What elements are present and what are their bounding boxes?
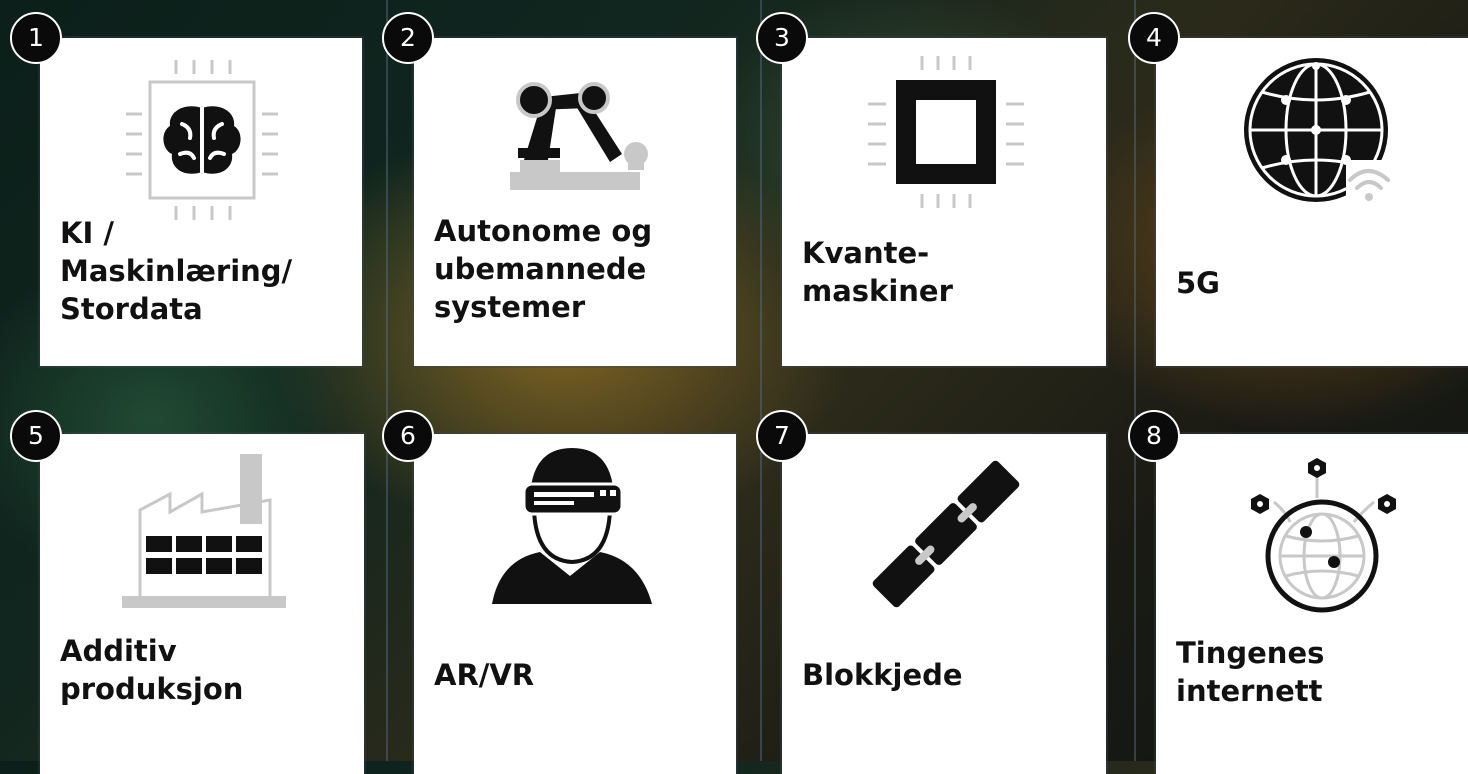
card-ai-ml-bigdata[interactable]: KI / Maskinlæring/ Stordata bbox=[40, 38, 362, 366]
number-badge: 2 bbox=[382, 12, 434, 64]
card-autonomous-systems[interactable]: Autonome og ubemannede systemer bbox=[414, 38, 736, 366]
globe-wifi-icon bbox=[1244, 58, 1394, 206]
card-5g[interactable]: 5G bbox=[1156, 38, 1468, 366]
card-additive-manufacturing[interactable]: Additiv produksjon bbox=[40, 434, 364, 774]
number-badge: 8 bbox=[1128, 410, 1180, 462]
card-label: AR/VR bbox=[434, 658, 535, 692]
factory-icon bbox=[122, 454, 286, 608]
number-badge: 5 bbox=[10, 410, 62, 462]
card-ar-vr[interactable]: AR/VR bbox=[414, 434, 736, 774]
background-divider bbox=[1134, 0, 1136, 761]
card-label: Additiv produksjon bbox=[60, 634, 244, 706]
card-label: Autonome og ubemannede systemer bbox=[434, 214, 653, 324]
number-badge: 1 bbox=[10, 12, 62, 64]
processor-chip-icon bbox=[868, 56, 1024, 208]
number-badge: 3 bbox=[756, 12, 808, 64]
number-badge: 7 bbox=[756, 410, 808, 462]
background-divider bbox=[760, 0, 762, 761]
chain-link-icon bbox=[872, 460, 1020, 608]
iot-globe-icon bbox=[1251, 458, 1396, 613]
brain-chip-icon bbox=[126, 60, 278, 220]
number-badge: 6 bbox=[382, 410, 434, 462]
number-badge: 4 bbox=[1128, 12, 1180, 64]
card-internet-of-things[interactable]: Tingenes internett bbox=[1156, 434, 1468, 774]
background-divider bbox=[386, 0, 388, 761]
card-label: 5G bbox=[1176, 266, 1220, 300]
card-label: Blokkjede bbox=[802, 658, 963, 692]
vr-headset-person-icon bbox=[492, 448, 652, 604]
card-label: KI / Maskinlæring/ Stordata bbox=[60, 216, 293, 326]
card-quantum-computers[interactable]: Kvante- maskiner bbox=[782, 38, 1106, 366]
card-label: Kvante- maskiner bbox=[802, 236, 953, 308]
card-blockchain[interactable]: Blokkjede bbox=[782, 434, 1106, 774]
card-label: Tingenes internett bbox=[1176, 636, 1325, 708]
robot-arm-icon bbox=[510, 82, 648, 190]
